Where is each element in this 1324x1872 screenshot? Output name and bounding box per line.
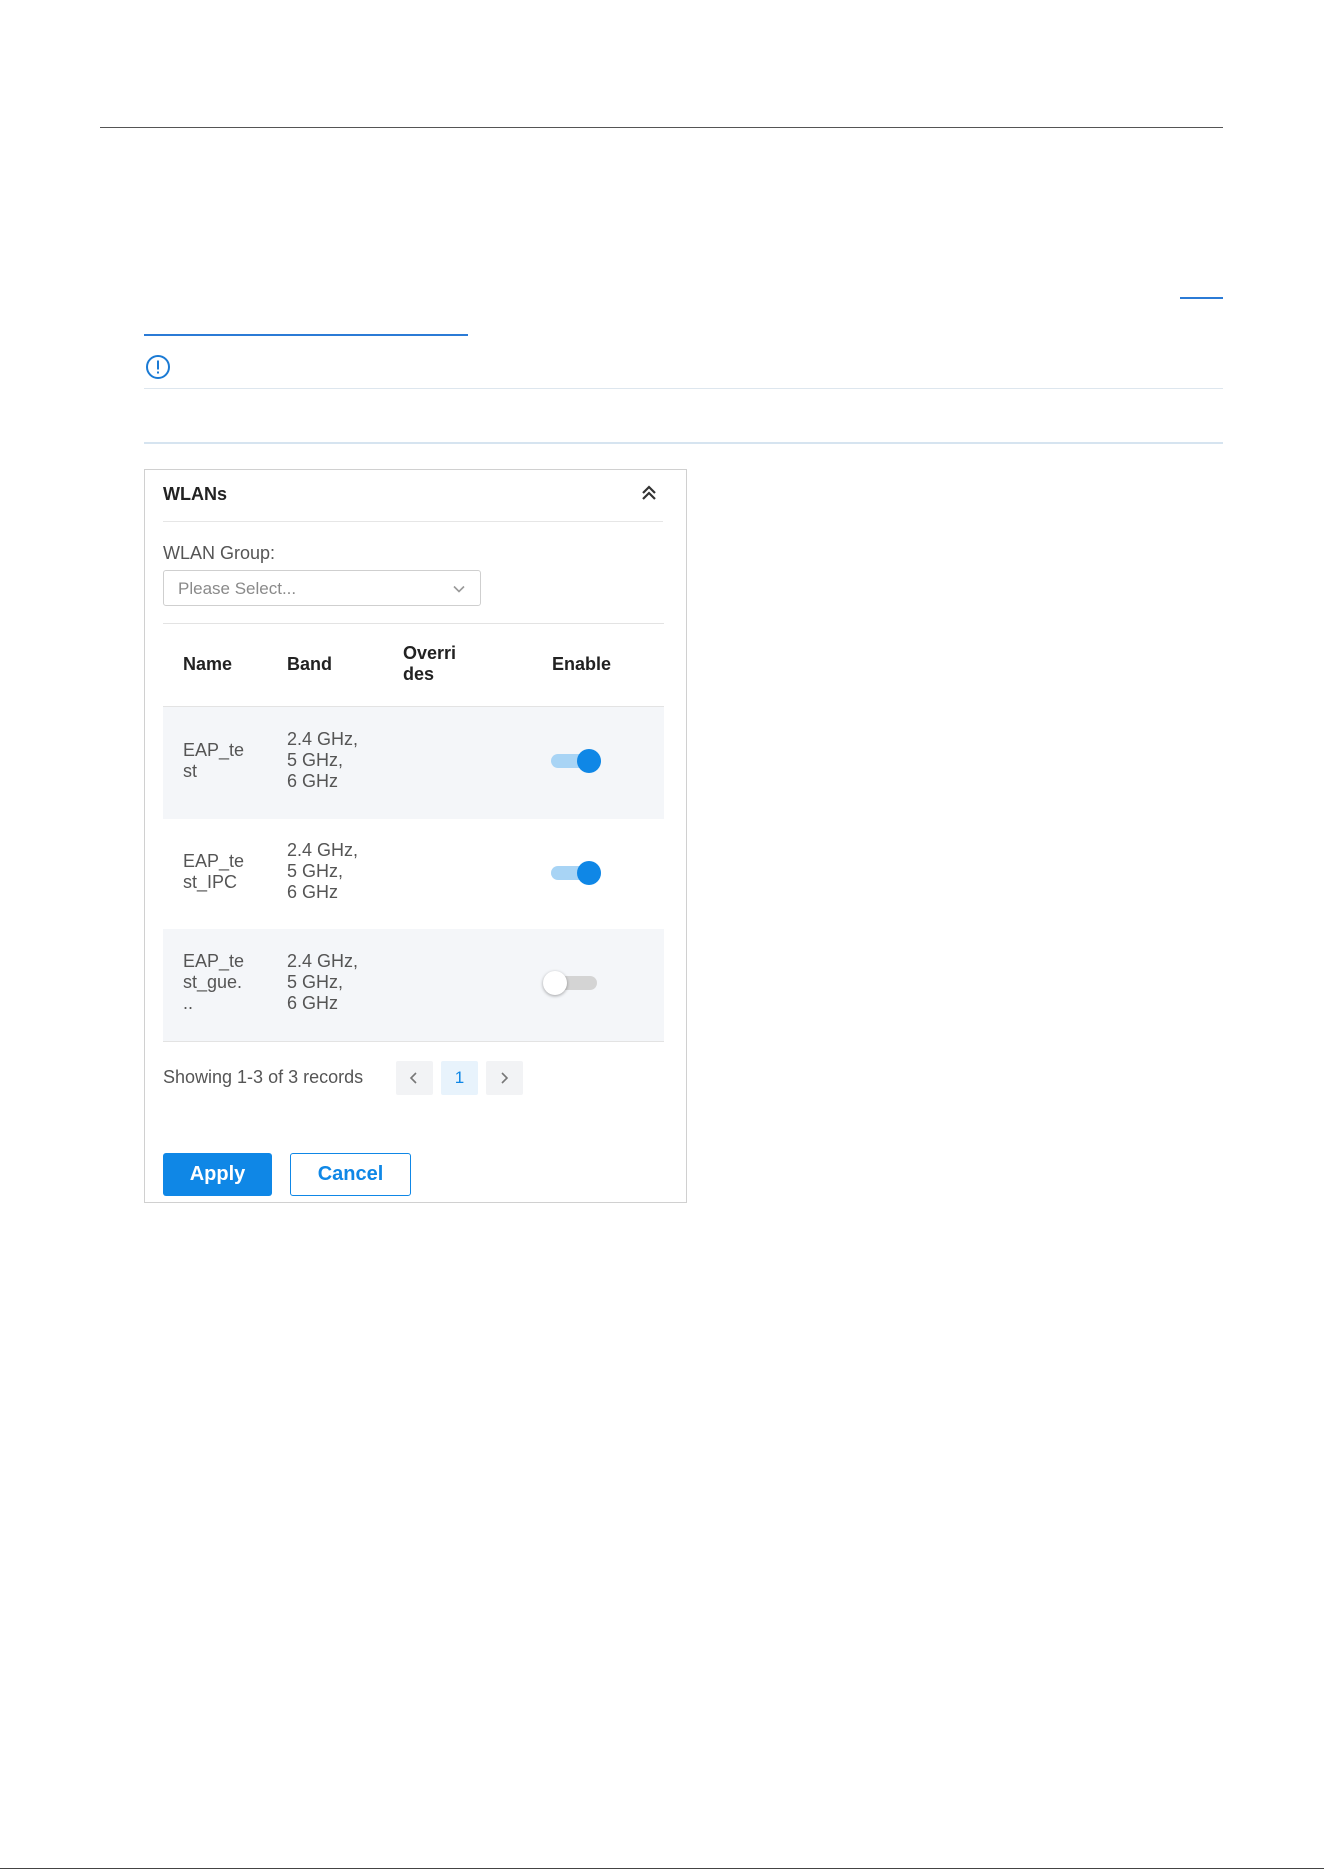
enable-toggle[interactable] xyxy=(551,861,607,885)
wlan-band: 2.4 GHz, 5 GHz, 6 GHz xyxy=(287,729,359,791)
bottom-divider xyxy=(0,1868,1324,1869)
wlans-panel: WLANs WLAN Group: Please Select... Name … xyxy=(144,469,687,1203)
top-divider xyxy=(100,127,1223,128)
panel-title: WLANs xyxy=(163,484,227,504)
column-header-band: Band xyxy=(287,654,332,674)
previous-page-button[interactable] xyxy=(396,1061,433,1095)
table-top-border xyxy=(163,623,664,624)
panel-header-divider xyxy=(163,521,663,522)
apply-button[interactable]: Apply xyxy=(163,1153,272,1196)
table-row: EAP_te st_gue. .. 2.4 GHz, 5 GHz, 6 GHz xyxy=(163,929,664,1041)
double-chevron-up-icon[interactable] xyxy=(638,482,660,504)
table-bottom-border xyxy=(163,1041,664,1042)
wlan-name: EAP_te st xyxy=(183,740,245,781)
chevron-right-icon xyxy=(501,1072,509,1084)
toggle-knob xyxy=(577,749,601,773)
wlan-band: 2.4 GHz, 5 GHz, 6 GHz xyxy=(287,951,359,1013)
cancel-button[interactable]: Cancel xyxy=(290,1153,411,1196)
column-header-overrides: Overri des xyxy=(403,643,457,684)
page-number-button[interactable]: 1 xyxy=(441,1061,478,1095)
select-placeholder: Please Select... xyxy=(178,579,297,598)
info-icon xyxy=(146,355,170,379)
wlan-group-select[interactable]: Please Select... xyxy=(163,570,481,606)
enable-toggle[interactable] xyxy=(551,749,607,773)
toggle-knob xyxy=(577,861,601,885)
wlan-name: EAP_te st_gue. .. xyxy=(183,951,245,1013)
toggle-knob xyxy=(543,971,567,995)
column-header-name: Name xyxy=(183,654,233,674)
table-row: EAP_te st 2.4 GHz, 5 GHz, 6 GHz xyxy=(163,707,664,819)
table-row: EAP_te st_IPC 2.4 GHz, 5 GHz, 6 GHz xyxy=(163,819,664,929)
chevron-down-icon xyxy=(453,585,465,593)
chevron-left-icon xyxy=(409,1072,417,1084)
records-summary: Showing 1-3 of 3 records xyxy=(163,1067,364,1087)
wlan-band: 2.4 GHz, 5 GHz, 6 GHz xyxy=(287,840,359,902)
hyperlink-underline[interactable] xyxy=(1180,297,1223,299)
note-divider xyxy=(144,388,1223,389)
next-page-button[interactable] xyxy=(486,1061,523,1095)
column-header-enable: Enable xyxy=(552,654,612,674)
wlan-group-label: WLAN Group: xyxy=(163,543,276,563)
hyperlink-underline[interactable] xyxy=(144,334,468,336)
section-divider xyxy=(144,442,1223,444)
wlan-name: EAP_te st_IPC xyxy=(183,851,245,892)
enable-toggle[interactable] xyxy=(543,971,599,995)
